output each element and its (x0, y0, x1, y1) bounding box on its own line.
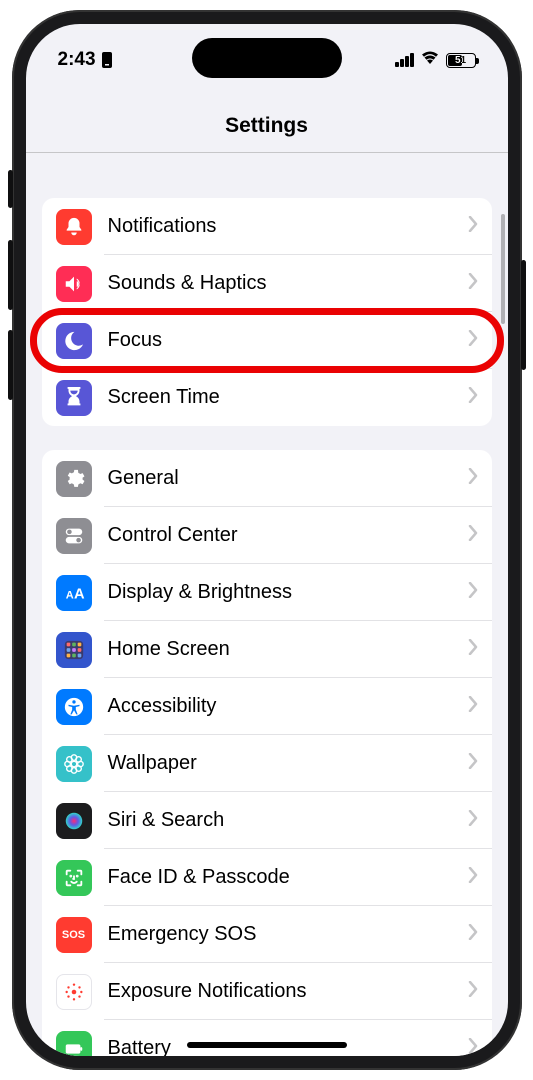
side-button (8, 170, 13, 208)
accessibility-icon (56, 689, 92, 725)
siri-icon (56, 803, 92, 839)
settings-row-sounds-haptics[interactable]: Sounds & Haptics (42, 255, 492, 312)
page-title: Settings (26, 84, 508, 153)
row-label: Notifications (108, 215, 468, 238)
gear-icon (56, 461, 92, 497)
moon-icon (56, 323, 92, 359)
faceid-icon (56, 860, 92, 896)
row-label: Emergency SOS (108, 923, 468, 946)
cellular-icon (395, 53, 414, 67)
chevron-right-icon (468, 468, 478, 489)
row-label: Sounds & Haptics (108, 272, 468, 295)
chevron-right-icon (468, 216, 478, 237)
settings-row-face-id-passcode[interactable]: Face ID & Passcode (42, 849, 492, 906)
switches-icon (56, 518, 92, 554)
speaker-icon (56, 266, 92, 302)
lock-rotation-icon (101, 52, 113, 68)
chevron-right-icon (468, 981, 478, 1002)
chevron-right-icon (468, 387, 478, 408)
settings-row-wallpaper[interactable]: Wallpaper (42, 735, 492, 792)
status-time: 2:43 (58, 49, 113, 71)
chevron-right-icon (468, 1038, 478, 1056)
row-label: Siri & Search (108, 809, 468, 832)
svg-text:A: A (65, 589, 73, 601)
exposure-icon (56, 974, 92, 1010)
status-icons: 51 (395, 50, 476, 71)
battery-level: 51 (455, 55, 466, 66)
phone-frame: 2:43 51 Settings Notifications Sounds & H… (12, 10, 522, 1070)
settings-row-general[interactable]: General (42, 450, 492, 507)
chevron-right-icon (468, 867, 478, 888)
chevron-right-icon (468, 696, 478, 717)
chevron-right-icon (468, 753, 478, 774)
settings-row-emergency-sos[interactable]: SOS Emergency SOS (42, 906, 492, 963)
chevron-right-icon (468, 273, 478, 294)
side-button (8, 240, 13, 310)
row-label: Accessibility (108, 695, 468, 718)
settings-row-display-brightness[interactable]: AA Display & Brightness (42, 564, 492, 621)
settings-row-battery[interactable]: Battery (42, 1020, 492, 1056)
chevron-right-icon (468, 582, 478, 603)
aa-icon: AA (56, 575, 92, 611)
screen: 2:43 51 Settings Notifications Sounds & H… (26, 24, 508, 1056)
row-label: Exposure Notifications (108, 980, 468, 1003)
row-label: Focus (108, 329, 468, 352)
settings-row-control-center[interactable]: Control Center (42, 507, 492, 564)
bell-icon (56, 209, 92, 245)
home-indicator[interactable] (187, 1042, 347, 1048)
settings-list[interactable]: Notifications Sounds & Haptics Focus Screen… (26, 164, 508, 1056)
settings-row-exposure-notifications[interactable]: Exposure Notifications (42, 963, 492, 1020)
scrollbar[interactable] (501, 214, 505, 324)
flower-icon (56, 746, 92, 782)
row-label: Screen Time (108, 386, 468, 409)
wifi-icon (420, 50, 440, 71)
settings-row-home-screen[interactable]: Home Screen (42, 621, 492, 678)
settings-row-accessibility[interactable]: Accessibility (42, 678, 492, 735)
row-label: Wallpaper (108, 752, 468, 775)
clock-text: 2:43 (58, 49, 96, 71)
chevron-right-icon (468, 639, 478, 660)
settings-group: General Control Center AA Display & Brightn… (42, 450, 492, 1056)
sos-icon: SOS (56, 917, 92, 953)
row-label: Control Center (108, 524, 468, 547)
hourglass-icon (56, 380, 92, 416)
settings-row-screen-time[interactable]: Screen Time (42, 369, 492, 426)
svg-text:A: A (74, 586, 85, 602)
row-label: Home Screen (108, 638, 468, 661)
battery-icon: 51 (446, 53, 476, 68)
side-button (521, 260, 526, 370)
row-label: Display & Brightness (108, 581, 468, 604)
settings-row-siri-search[interactable]: Siri & Search (42, 792, 492, 849)
grid-icon (56, 632, 92, 668)
row-label: Face ID & Passcode (108, 866, 468, 889)
row-label: General (108, 467, 468, 490)
chevron-right-icon (468, 924, 478, 945)
dynamic-island (192, 38, 342, 78)
chevron-right-icon (468, 330, 478, 351)
chevron-right-icon (468, 525, 478, 546)
side-button (8, 330, 13, 400)
settings-row-notifications[interactable]: Notifications (42, 198, 492, 255)
settings-group: Notifications Sounds & Haptics Focus Screen… (42, 198, 492, 426)
battery-icon (56, 1031, 92, 1057)
settings-row-focus[interactable]: Focus (42, 312, 492, 369)
chevron-right-icon (468, 810, 478, 831)
